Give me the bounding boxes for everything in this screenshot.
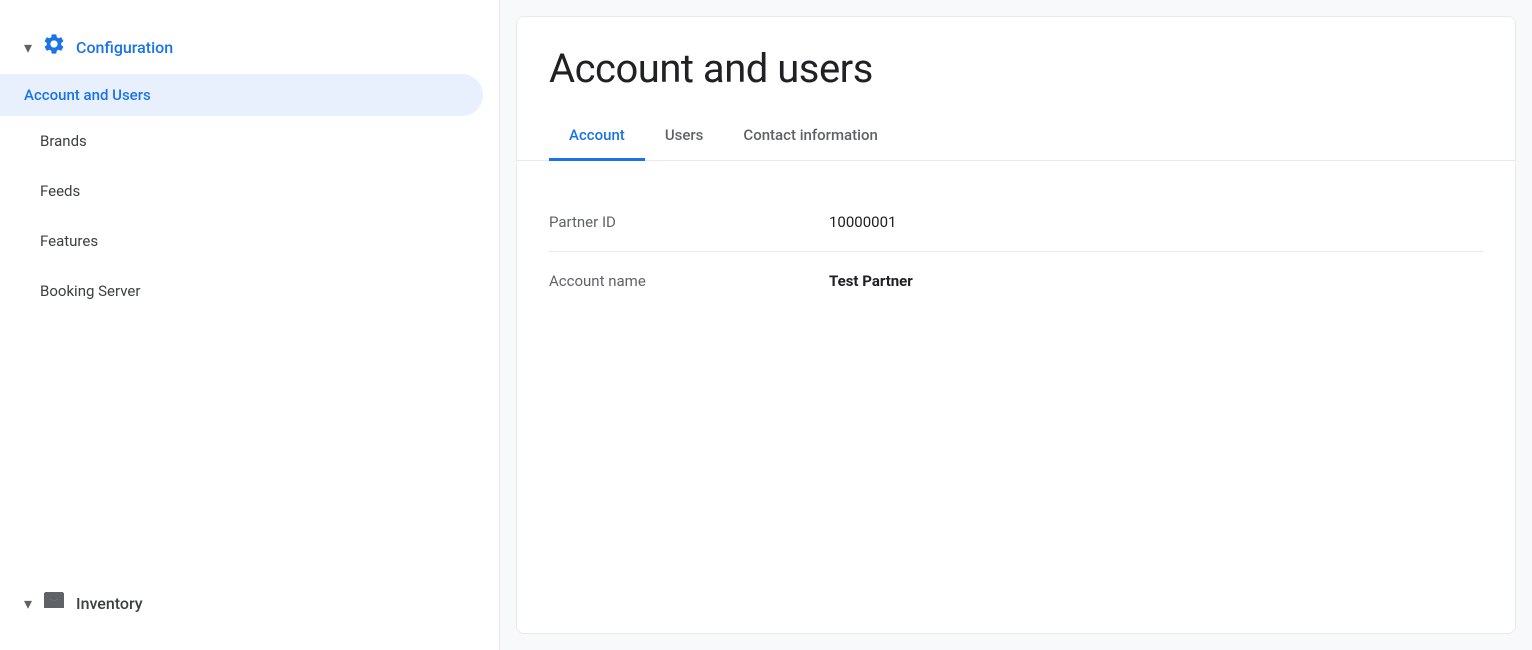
chevron-down-icon-inventory: ▾ — [24, 594, 32, 613]
partner-id-row: Partner ID 10000001 — [549, 193, 1483, 252]
sidebar-item-account-users[interactable]: Account and Users — [0, 74, 483, 116]
sidebar: ▾ Configuration Account and Users Brands… — [0, 0, 500, 650]
content-panel: Account and users Account Users Contact … — [516, 16, 1516, 634]
partner-id-label: Partner ID — [549, 213, 829, 231]
tabs-bar: Account Users Contact information — [517, 112, 1515, 161]
tab-account[interactable]: Account — [549, 112, 645, 161]
partner-id-value: 10000001 — [829, 213, 896, 231]
sidebar-configuration-header[interactable]: ▾ Configuration — [0, 20, 499, 74]
main-content: Account and users Account Users Contact … — [500, 0, 1532, 650]
sidebar-inventory-header[interactable]: ▾ Inventory — [0, 576, 499, 630]
store-icon — [42, 588, 66, 618]
tab-contact-information[interactable]: Contact information — [723, 112, 897, 161]
page-title: Account and users — [549, 45, 1483, 92]
configuration-label: Configuration — [76, 38, 173, 57]
account-name-label: Account name — [549, 272, 829, 290]
gear-icon — [42, 32, 66, 62]
sidebar-item-feeds[interactable]: Feeds — [0, 166, 499, 216]
sidebar-item-brands[interactable]: Brands — [0, 116, 499, 166]
tab-users[interactable]: Users — [645, 112, 724, 161]
inventory-label: Inventory — [76, 594, 143, 613]
sidebar-inventory-section: ▾ Inventory — [0, 560, 499, 630]
chevron-down-icon: ▾ — [24, 38, 32, 57]
account-name-row: Account name Test Partner — [549, 252, 1483, 310]
sidebar-item-booking-server[interactable]: Booking Server — [0, 266, 499, 316]
sidebar-item-features[interactable]: Features — [0, 216, 499, 266]
page-title-area: Account and users — [517, 17, 1515, 112]
account-content: Partner ID 10000001 Account name Test Pa… — [517, 161, 1515, 342]
account-name-value: Test Partner — [829, 272, 913, 290]
